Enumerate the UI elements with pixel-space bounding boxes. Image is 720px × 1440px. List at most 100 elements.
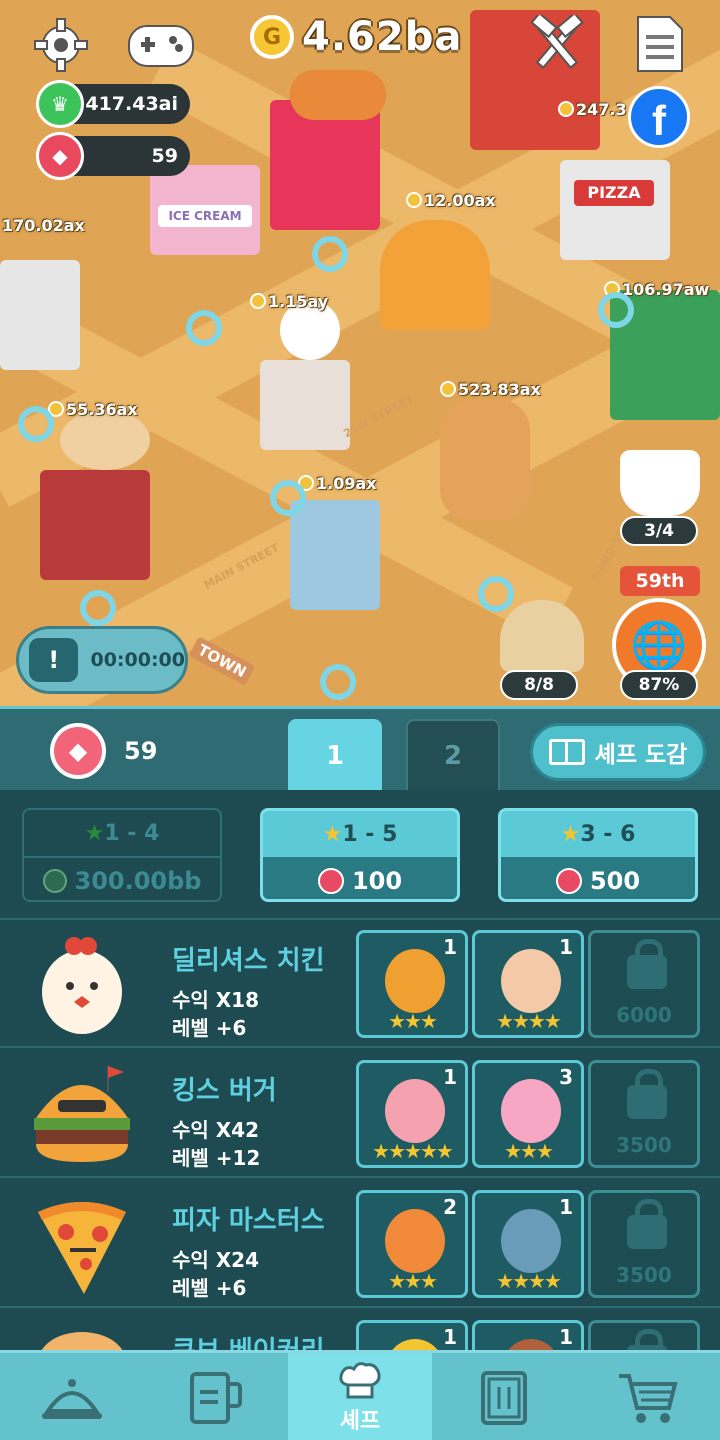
tab-2[interactable]: 2 [406, 719, 500, 793]
income-label: 170.02ax [2, 216, 85, 235]
nav-dish[interactable] [0, 1353, 144, 1440]
restaurant-name: 딜리셔스 치킨 [172, 946, 325, 976]
locked-slot[interactable]: 3500 [588, 1060, 700, 1168]
pizza-icon [30, 1192, 134, 1296]
burger-shop[interactable] [380, 220, 490, 330]
lock-icon [627, 939, 667, 989]
chef-avatar [501, 1339, 561, 1350]
collect-ring[interactable] [312, 236, 348, 272]
hire-cost: 100 [351, 867, 403, 895]
locked-slot[interactable] [588, 1320, 700, 1350]
chef-count: 3 [559, 1065, 573, 1089]
chef-avatar [501, 949, 561, 1013]
restaurant-level: 레벨 +6 [172, 1276, 247, 1300]
hire-card-3[interactable]: ★ 3 - 6 500 [498, 808, 698, 902]
chef-count: 2 [443, 1195, 457, 1219]
chef-slot[interactable]: 3 ★★★ [472, 1060, 584, 1168]
facebook-icon[interactable]: f [628, 86, 690, 148]
chef-slot[interactable]: 1 ★★★★ [472, 1190, 584, 1298]
city-map[interactable]: ICE CREAM PIZZA 21st STREET MAIN STREET … [0, 0, 720, 706]
kitchen-icon [190, 1372, 242, 1424]
pancake-shop[interactable] [440, 400, 530, 520]
collect-ring[interactable] [598, 292, 634, 328]
collect-ring[interactable] [186, 310, 222, 346]
tools-icon[interactable] [526, 14, 588, 74]
nav-menu[interactable] [432, 1353, 576, 1440]
menu-book-icon [481, 1371, 527, 1425]
nav-shop[interactable] [576, 1353, 720, 1440]
bottom-nav: 셰프 [0, 1350, 720, 1440]
cloche-icon [42, 1379, 102, 1419]
hire-cost: 300.00bb [74, 867, 202, 895]
chef-stars: ★★★ [388, 1269, 438, 1293]
restaurant-income: 수익 X18 [172, 988, 260, 1012]
chef-slot[interactable]: 1 ★★★ [356, 930, 468, 1038]
document-icon[interactable] [634, 14, 686, 74]
gem-icon: ◆ [36, 132, 84, 180]
chef-slot[interactable]: 1 ★★★★★ [356, 1060, 468, 1168]
collect-ring[interactable] [80, 590, 116, 626]
tab-1[interactable]: 1 [288, 719, 382, 793]
income-label: 247.3 [558, 100, 627, 119]
hire-cost: 500 [589, 867, 641, 895]
hire-card-1: ★ 1 - 4 300.00bb [22, 808, 222, 902]
ad-timer[interactable]: ! 00:00:00 [16, 626, 188, 694]
explorer-bird-icon[interactable] [500, 600, 584, 672]
coffee-shop[interactable] [0, 260, 80, 370]
bakery-icon [30, 1322, 134, 1350]
collect-ring[interactable] [18, 406, 54, 442]
locked-slot[interactable]: 6000 [588, 930, 700, 1038]
coffee-cup-icon[interactable] [620, 450, 700, 516]
star-icon: ★ [322, 821, 343, 847]
ice-cream-shop[interactable]: ICE CREAM [150, 165, 260, 255]
unlock-cost: 6000 [616, 1003, 672, 1027]
shopping-cart-icon [619, 1374, 678, 1423]
chef-count: 1 [559, 1325, 573, 1349]
gold-amount: 4.62ba [302, 14, 463, 60]
chef-avatar [501, 1079, 561, 1143]
gem-icon [317, 868, 344, 894]
locked-slot[interactable]: 3500 [588, 1190, 700, 1298]
chef-stars: ★★★ [388, 1009, 438, 1033]
list-item: 쿠브 베이커리 1 1 [0, 1310, 720, 1350]
chef-slot[interactable]: 2 ★★★ [356, 1190, 468, 1298]
chef-count: 1 [443, 935, 457, 959]
chicken-shop[interactable] [260, 360, 350, 450]
chicken-icon [30, 932, 134, 1036]
collect-ring[interactable] [320, 664, 356, 700]
burger-icon [30, 1062, 134, 1166]
restaurant-level: 레벨 +6 [172, 1016, 247, 1040]
rank-percent: 87% [620, 670, 698, 700]
nav-chef[interactable]: 셰프 [288, 1353, 432, 1440]
nav-kitchen[interactable] [144, 1353, 288, 1440]
toast-shop[interactable] [290, 500, 380, 610]
hire-range: 1 - 4 [104, 820, 160, 846]
town-sign: TOWN [188, 636, 256, 686]
chef-slot[interactable]: 1 [472, 1320, 584, 1350]
hire-range: 1 - 5 [342, 821, 398, 847]
panel-header: ◆ 59 1 2 셰프 도감 [0, 706, 720, 793]
crown-balance: ♛ 417.43ai [36, 80, 190, 128]
collect-ring[interactable] [478, 576, 514, 612]
gem-icon: ◆ [50, 723, 106, 779]
income-label: 12.00ax [406, 191, 496, 210]
gamepad-icon[interactable] [126, 18, 196, 72]
chef-stars: ★★★★★ [372, 1139, 454, 1163]
restaurant-name: 쿠브 베이커리 [172, 1330, 325, 1350]
chef-slot[interactable]: 1 [356, 1320, 468, 1350]
chef-slot[interactable]: 1 ★★★★ [472, 930, 584, 1038]
restaurant-list[interactable]: 딜리셔스 치킨 수익 X18 레벨 +6 1 ★★★ 1 ★★★★ 6000 킹… [0, 920, 720, 1350]
chef-avatar [385, 1079, 445, 1143]
settings-icon[interactable] [32, 16, 90, 74]
street-sign: 21st STREET [341, 392, 416, 441]
explorer-progress: 8/8 [500, 670, 578, 700]
chef-avatar [385, 1209, 445, 1273]
gold-balance: G 4.62ba [250, 14, 462, 60]
unlock-cost: 3500 [616, 1263, 672, 1287]
collect-ring[interactable] [270, 480, 306, 516]
pizza-shop[interactable]: PIZZA [560, 160, 670, 260]
hire-card-2[interactable]: ★ 1 - 5 100 [260, 808, 460, 902]
ramen-shop[interactable] [40, 470, 150, 580]
chef-dictionary-label: 셰프 도감 [594, 742, 688, 768]
chef-dictionary-button[interactable]: 셰프 도감 [530, 723, 706, 781]
